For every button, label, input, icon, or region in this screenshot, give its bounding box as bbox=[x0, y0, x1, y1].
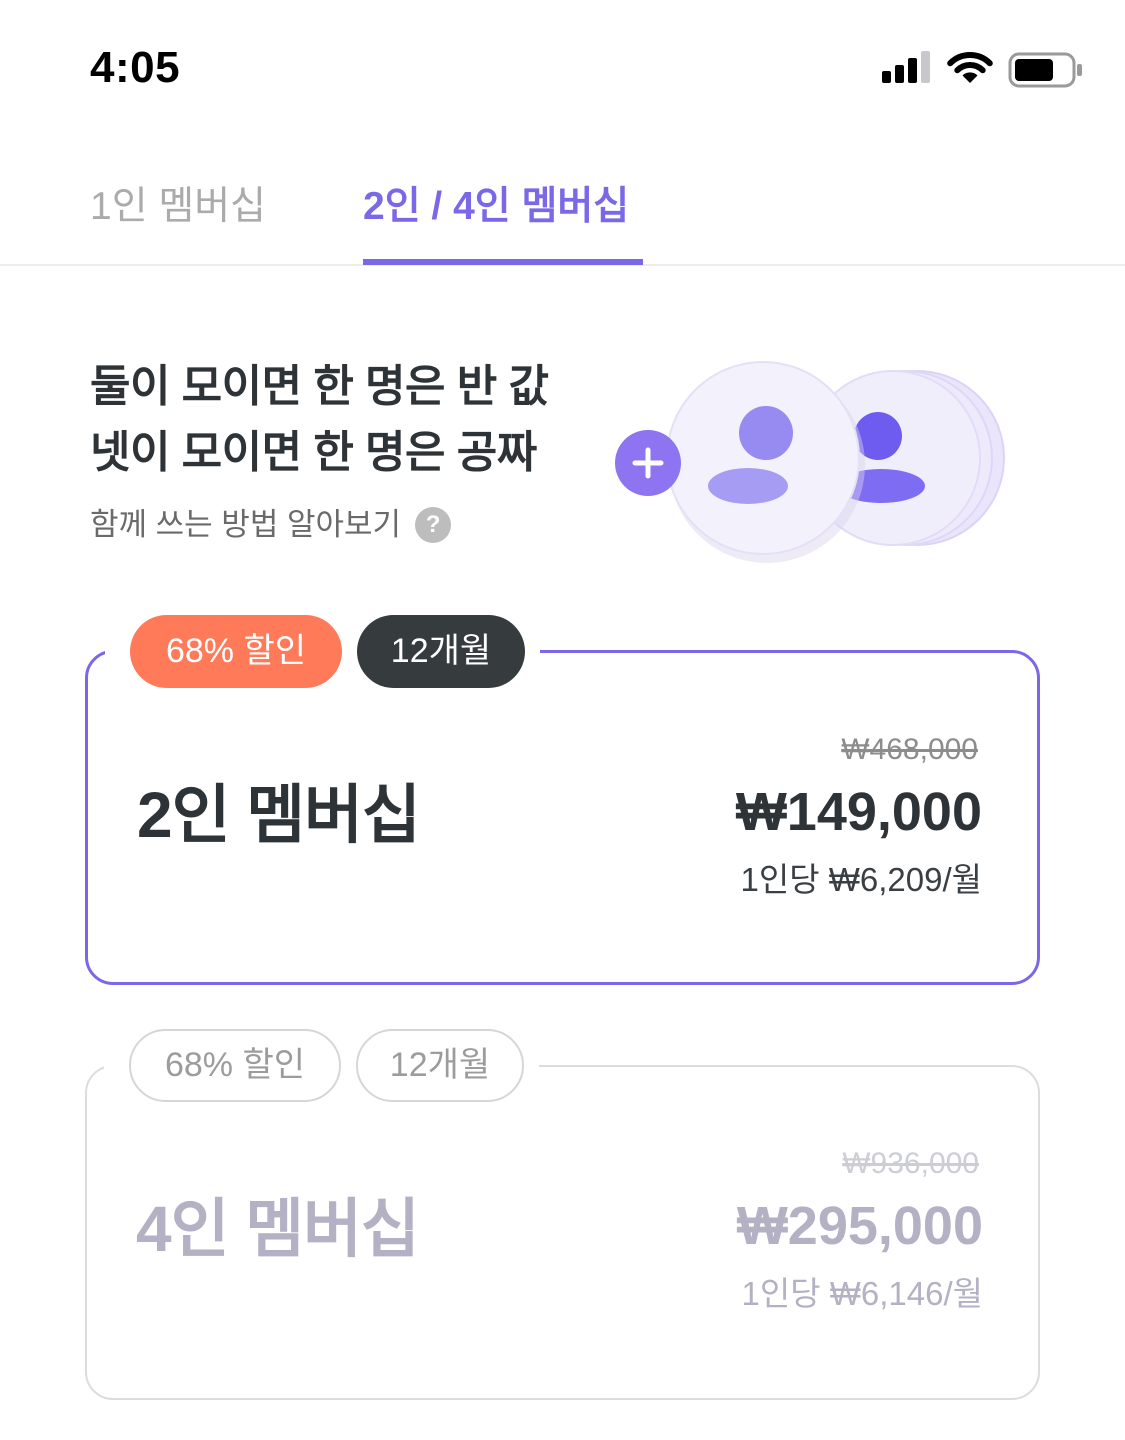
question-icon: ? bbox=[415, 507, 452, 543]
per-person-price: 1인당 ₩6,209/월 bbox=[740, 861, 983, 898]
period-badge: 12개월 bbox=[357, 615, 525, 688]
signal-icon bbox=[882, 51, 930, 83]
plan-badges: 68% 할인 12개월 bbox=[105, 615, 540, 688]
front-person-head bbox=[739, 406, 793, 460]
wifi-icon bbox=[947, 52, 993, 83]
hero-headline-line-1: 둘이 모이면 한 명은 반 값 bbox=[90, 362, 549, 411]
plan-name: 4인 멤버십 bbox=[136, 1193, 420, 1265]
hero-headline-line-2: 넷이 모이면 한 명은 공짜 bbox=[90, 428, 537, 477]
group-membership-illustration bbox=[615, 361, 1005, 563]
plan-card-2-person[interactable]: 68% 할인 12개월 2인 멤버십 ₩468,000 ₩149,000 1인당… bbox=[85, 615, 1040, 985]
plus-icon bbox=[615, 430, 681, 496]
per-person-price: 1인당 ₩6,146/월 bbox=[741, 1275, 984, 1312]
how-to-share-label: 함께 쓰는 방법 알아보기 bbox=[90, 507, 402, 542]
discount-badge: 68% 할인 bbox=[129, 1029, 341, 1102]
status-time: 4:05 bbox=[90, 43, 181, 92]
plan-name: 2인 멤버십 bbox=[137, 779, 421, 851]
tab-group-membership[interactable]: 2인 / 4인 멤버십 bbox=[363, 181, 629, 233]
plan-card-4-person[interactable]: 68% 할인 12개월 4인 멤버십 ₩936,000 ₩295,000 1인당… bbox=[85, 1029, 1040, 1400]
plan-price: ₩149,000 bbox=[735, 782, 982, 842]
plan-price: ₩295,000 bbox=[736, 1196, 983, 1256]
how-to-share-link[interactable]: 함께 쓰는 방법 알아보기 ? bbox=[90, 503, 452, 547]
battery-icon bbox=[1008, 52, 1082, 88]
tab-single-membership[interactable]: 1인 멤버십 bbox=[90, 181, 266, 233]
plan-badges: 68% 할인 12개월 bbox=[104, 1029, 539, 1102]
membership-screen: 4:05 1인 멤버십 2인 / 4인 멤버십 둘이 모이면 한 명은 반 값 … bbox=[0, 0, 1125, 1440]
active-tab-indicator bbox=[363, 259, 643, 265]
original-price: ₩936,000 bbox=[842, 1147, 979, 1180]
period-badge: 12개월 bbox=[356, 1029, 524, 1102]
discount-badge: 68% 할인 bbox=[130, 615, 342, 688]
original-price: ₩468,000 bbox=[841, 733, 978, 766]
front-person-body bbox=[708, 468, 788, 504]
